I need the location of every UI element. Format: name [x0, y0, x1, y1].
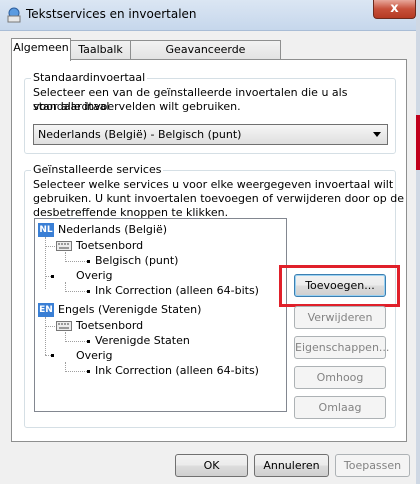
tree-item-keyboard-layout[interactable]: Belgisch (punt) [95, 254, 178, 267]
tree-connector [45, 326, 55, 327]
close-icon: x [390, 1, 399, 16]
title-bar[interactable]: Tekstservices en invoertalen x [0, 0, 420, 31]
services-description-1: Selecteer welke services u voor elke wee… [33, 178, 394, 191]
tree-connector [65, 371, 87, 372]
default-language-select[interactable]: Nederlands (België) - Belgisch (punt) [33, 124, 388, 145]
language-badge-nl: NL [38, 223, 54, 237]
tab-advanced-keys[interactable]: Geavanceerde toetsinstellingen [130, 40, 281, 73]
apply-button[interactable]: Toepassen [335, 454, 410, 477]
tree-item-keyboard[interactable]: Toetsenbord [76, 239, 143, 252]
group-title-default-language: Standaardinvoertaal [31, 71, 148, 84]
remove-button[interactable]: Verwijderen [294, 306, 386, 329]
highlight-box [279, 265, 400, 307]
services-description-2: gebruiken. U kunt invoertalen toevoegen … [33, 192, 404, 205]
tree-item-lang-en[interactable]: Engels (Verenigde Staten) [58, 303, 201, 316]
bullet-icon [87, 290, 90, 293]
chevron-down-icon [373, 132, 381, 137]
keyboard-icon [56, 321, 72, 331]
bullet-icon [87, 370, 90, 373]
tree-connector [65, 341, 87, 342]
tab-taalbalk[interactable]: Taalbalk [70, 40, 131, 59]
tree-item-keyboard[interactable]: Toetsenbord [76, 319, 143, 332]
dialog-window: Tekstservices en invoertalen x Algemeen … [0, 0, 420, 484]
tree-item-other[interactable]: Overig [76, 349, 113, 362]
cancel-button[interactable]: Annuleren [254, 454, 329, 477]
bullet-icon [87, 340, 90, 343]
keyboard-icon [56, 241, 72, 251]
bullet-icon [51, 354, 54, 357]
language-badge-en: EN [38, 303, 54, 317]
tree-connector [65, 291, 87, 292]
close-button[interactable]: x [373, 0, 416, 19]
tree-connector [45, 317, 46, 355]
default-language-select-value: Nederlands (België) - Belgisch (punt) [38, 128, 242, 141]
services-tree[interactable]: NL Nederlands (België) Toetsenbord Belgi… [34, 218, 287, 412]
window-title: Tekstservices en invoertalen [26, 7, 197, 21]
bullet-icon [87, 260, 90, 263]
move-up-button[interactable]: Omhoog [294, 366, 386, 389]
tree-connector [45, 246, 55, 247]
default-language-description-2: voor alle invoervelden wilt gebruiken. [33, 100, 241, 113]
tree-item-other[interactable]: Overig [76, 269, 113, 282]
tree-item-ink-correction[interactable]: Ink Correction (alleen 64-bits) [95, 284, 259, 297]
move-down-button[interactable]: Omlaag [294, 396, 386, 419]
ok-button[interactable]: OK [175, 454, 248, 477]
keyboard-globe-icon [7, 7, 21, 23]
tree-item-ink-correction[interactable]: Ink Correction (alleen 64-bits) [95, 364, 259, 377]
tab-algemeen[interactable]: Algemeen [11, 38, 71, 61]
tree-connector [45, 237, 46, 289]
bullet-icon [51, 275, 54, 278]
tree-item-lang-nl[interactable]: Nederlands (België) [58, 223, 167, 236]
group-title-installed-services: Geïnstalleerde services [31, 163, 164, 176]
tree-item-keyboard-layout[interactable]: Verenigde Staten [95, 334, 190, 347]
properties-button[interactable]: Eigenschappen... [294, 336, 389, 359]
tree-connector [65, 261, 87, 262]
background-strip [416, 115, 420, 170]
window-edge [416, 0, 420, 484]
